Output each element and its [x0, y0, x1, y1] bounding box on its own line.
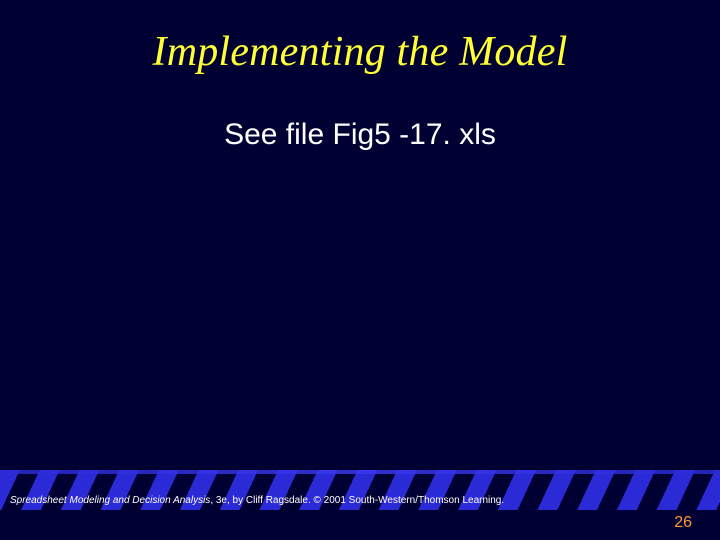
slide-subtitle: See file Fig5 -17. xls	[0, 118, 720, 152]
citation-details: , 3e, by Cliff Ragsdale. © 2001 South-We…	[210, 495, 504, 506]
page-number: 26	[674, 514, 692, 532]
citation-book-title: Spreadsheet Modeling and Decision Analys…	[10, 495, 210, 506]
slide-title: Implementing the Model	[0, 28, 720, 76]
slide: Implementing the Model See file Fig5 -17…	[0, 0, 720, 540]
footer-citation: Spreadsheet Modeling and Decision Analys…	[10, 495, 504, 506]
